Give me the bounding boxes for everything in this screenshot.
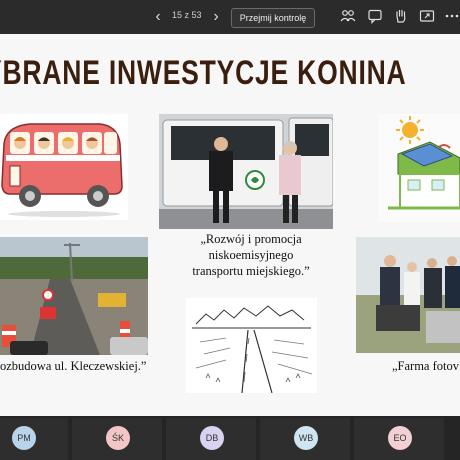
solar-farm-event-photo <box>356 237 460 353</box>
avatar: DB <box>200 426 224 450</box>
bus-cartoon-image <box>0 114 128 220</box>
next-slide-button[interactable]: › <box>208 8 224 26</box>
page-counter: 15 z 53 <box>172 10 202 20</box>
electric-bus-photo <box>159 114 333 229</box>
transport-caption: „Rozwój i promocja niskoemisyjnego trans… <box>192 232 310 278</box>
share-icon[interactable] <box>419 8 435 24</box>
more-icon[interactable] <box>444 8 460 24</box>
presentation-toolbar: ‹ 15 z 53 › Przejmij kontrolę <box>0 0 460 34</box>
chat-icon[interactable] <box>367 8 383 24</box>
take-control-button[interactable]: Przejmij kontrolę <box>231 8 315 28</box>
road-construction-photo <box>0 237 148 355</box>
participant-tile[interactable]: WB <box>260 418 350 460</box>
avatar: EO <box>388 426 412 450</box>
avatar: ŚK <box>106 426 130 450</box>
avatar: WB <box>294 426 318 450</box>
solar-farm-caption: „Farma fotov <box>392 359 459 373</box>
solar-house-image <box>378 114 460 222</box>
avatar: PM <box>12 426 36 450</box>
road-sketch-image <box>186 298 317 393</box>
raise-hand-icon[interactable] <box>393 8 409 24</box>
participant-tile[interactable]: DB <box>166 418 256 460</box>
participant-tile[interactable]: PM <box>0 418 68 460</box>
previous-slide-button[interactable]: ‹ <box>150 8 166 26</box>
road-expansion-caption: ozbudowa ul. Kleczewskiej.” <box>0 359 147 373</box>
participant-tile[interactable]: ŚK <box>72 418 162 460</box>
presentation-slide: YBRANE INWESTYCJE KONINA „Rozwój i promo… <box>0 34 460 416</box>
participant-tile[interactable]: EO <box>354 418 444 460</box>
people-icon[interactable] <box>340 8 356 24</box>
slide-title: YBRANE INWESTYCJE KONINA <box>0 54 407 92</box>
